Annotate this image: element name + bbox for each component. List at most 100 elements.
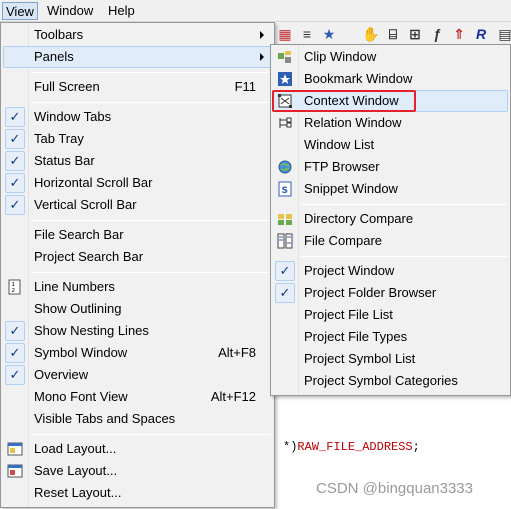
menu-item-shortcut: Alt+F8: [218, 345, 256, 360]
menu-item-label: Relation Window: [304, 115, 402, 130]
toolbar-icon-4[interactable]: ✋: [362, 25, 380, 43]
code-line: *)RAW_FILE_ADDRESS;: [283, 440, 420, 454]
menu-item-label: Status Bar: [34, 153, 95, 168]
toolbar-icon-5[interactable]: ⌸: [384, 25, 402, 43]
menu-item-save-layout[interactable]: Save Layout...: [3, 460, 272, 482]
menu-item-label: Toolbars: [34, 27, 84, 42]
menu-help[interactable]: Help: [105, 2, 138, 20]
toolbar-bookmark-icon[interactable]: ★: [320, 25, 338, 43]
code-paren: *): [283, 440, 298, 454]
menu-item-directory-compare[interactable]: Directory Compare: [273, 208, 508, 230]
code-constant: RAW_FILE_ADDRESS: [297, 440, 413, 454]
submenu-arrow-icon: [260, 31, 264, 39]
menu-item-tab-tray[interactable]: ✓ Tab Tray: [3, 128, 272, 150]
menu-view[interactable]: View: [2, 2, 38, 20]
menu-item-label: Show Nesting Lines: [34, 323, 149, 338]
check-icon: ✓: [275, 261, 295, 281]
menu-item-label: Show Outlining: [34, 301, 122, 316]
menu-item-project-symbol-categories[interactable]: Project Symbol Categories: [273, 370, 508, 392]
menu-item-vertical-scroll-bar[interactable]: ✓ Vertical Scroll Bar: [3, 194, 272, 216]
menu-item-label: Load Layout...: [34, 441, 117, 456]
menu-item-project-file-list[interactable]: Project File List: [273, 304, 508, 326]
menu-item-label: Clip Window: [304, 49, 377, 64]
watermark: CSDN @bingquan3333: [316, 480, 473, 497]
menu-separator: [301, 204, 507, 205]
menu-item-window-tabs[interactable]: ✓ Window Tabs: [3, 106, 272, 128]
menu-item-window-list[interactable]: Window List: [273, 134, 508, 156]
menu-item-file-search-bar[interactable]: File Search Bar: [3, 224, 272, 246]
menu-item-panels[interactable]: Panels: [3, 46, 272, 68]
menu-item-label: Project Symbol List: [304, 351, 416, 366]
menu-item-symbol-window[interactable]: ✓ Symbol Window Alt+F8: [3, 342, 272, 364]
ftp-browser-icon: [277, 159, 293, 175]
menu-item-label: Project Folder Browser: [304, 285, 437, 300]
menu-item-load-layout[interactable]: Load Layout...: [3, 438, 272, 460]
check-icon: ✓: [5, 195, 25, 215]
menu-item-label: Reset Layout...: [34, 485, 122, 500]
toolbar-icon-2[interactable]: ≡: [298, 25, 316, 43]
toolbar-r-icon[interactable]: R: [472, 25, 490, 43]
menu-item-status-bar[interactable]: ✓ Status Bar: [3, 150, 272, 172]
menu-item-toolbars[interactable]: Toolbars: [3, 24, 272, 46]
menu-item-file-compare[interactable]: File Compare: [273, 230, 508, 252]
menu-item-label: Bookmark Window: [304, 71, 413, 86]
clip-window-icon: [277, 49, 293, 65]
menu-item-horizontal-scroll-bar[interactable]: ✓ Horizontal Scroll Bar: [3, 172, 272, 194]
menu-item-ftp-browser[interactable]: FTP Browser: [273, 156, 508, 178]
menu-separator: [31, 220, 271, 221]
menu-item-snippet-window[interactable]: S Snippet Window: [273, 178, 508, 200]
menu-window[interactable]: Window: [44, 2, 96, 20]
menu-item-project-window[interactable]: ✓ Project Window: [273, 260, 508, 282]
menu-separator: [31, 434, 271, 435]
menu-item-label: Project File List: [304, 307, 393, 322]
menu-separator: [31, 72, 271, 73]
toolbar-icon-10[interactable]: ▤: [496, 25, 511, 43]
toolbar-icon-1[interactable]: ▦: [276, 25, 294, 43]
menu-item-label: Visible Tabs and Spaces: [34, 411, 176, 426]
menu-item-relation-window[interactable]: Relation Window: [273, 112, 508, 134]
menu-item-line-numbers[interactable]: 1 2 Line Numbers: [3, 276, 272, 298]
toolbar: ▦ ≡ ★ ✋ ⌸ ⊞ ƒ ⇑ R ▤: [274, 22, 511, 46]
menu-item-clip-window[interactable]: Clip Window: [273, 46, 508, 68]
menu-item-label: Tab Tray: [34, 131, 84, 146]
menu-item-label: FTP Browser: [304, 159, 380, 174]
menu-item-label: Panels: [34, 49, 74, 64]
svg-text:2: 2: [12, 288, 16, 294]
toolbar-icon-6[interactable]: ⊞: [406, 25, 424, 43]
relation-window-icon: [277, 115, 293, 131]
menu-item-bookmark-window[interactable]: Bookmark Window: [273, 68, 508, 90]
menu-item-label: Full Screen: [34, 79, 100, 94]
menu-item-overview[interactable]: ✓ Overview: [3, 364, 272, 386]
menu-item-label: Overview: [34, 367, 89, 382]
save-layout-icon: [7, 463, 23, 479]
menu-item-show-nesting-lines[interactable]: ✓ Show Nesting Lines: [3, 320, 272, 342]
menu-item-label: File Search Bar: [34, 227, 124, 242]
menu-item-project-symbol-list[interactable]: Project Symbol List: [273, 348, 508, 370]
highlight-box: [272, 90, 416, 112]
submenu-arrow-icon: [260, 53, 264, 61]
menu-item-project-search-bar[interactable]: Project Search Bar: [3, 246, 272, 268]
check-icon: ✓: [5, 343, 25, 363]
check-icon: ✓: [275, 283, 295, 303]
menu-item-visible-tabs-and-spaces[interactable]: Visible Tabs and Spaces: [3, 408, 272, 430]
menu-item-label: Project File Types: [304, 329, 408, 344]
toolbar-fx-icon[interactable]: ƒ: [428, 25, 446, 43]
menu-item-label: Snippet Window: [304, 181, 398, 196]
menu-item-show-outlining[interactable]: Show Outlining: [3, 298, 272, 320]
menu-item-mono-font-view[interactable]: Mono Font View Alt+F12: [3, 386, 272, 408]
check-icon: ✓: [5, 129, 25, 149]
menu-item-project-file-types[interactable]: Project File Types: [273, 326, 508, 348]
menu-item-project-folder-browser[interactable]: ✓ Project Folder Browser: [273, 282, 508, 304]
snippet-window-icon: S: [277, 181, 293, 197]
code-semicolon: ;: [412, 440, 420, 454]
check-icon: ✓: [5, 173, 25, 193]
menu-item-reset-layout[interactable]: Reset Layout...: [3, 482, 272, 504]
menu-separator: [31, 272, 271, 273]
menu-item-label: Horizontal Scroll Bar: [34, 175, 153, 190]
menu-item-full-screen[interactable]: Full Screen F11: [3, 76, 272, 98]
menu-item-label: Line Numbers: [34, 279, 115, 294]
menu-bar: View Window Help: [0, 0, 511, 22]
menu-item-label: Vertical Scroll Bar: [34, 197, 137, 212]
menu-item-shortcut: Alt+F12: [210, 389, 256, 404]
toolbar-icon-8[interactable]: ⇑: [450, 25, 468, 43]
